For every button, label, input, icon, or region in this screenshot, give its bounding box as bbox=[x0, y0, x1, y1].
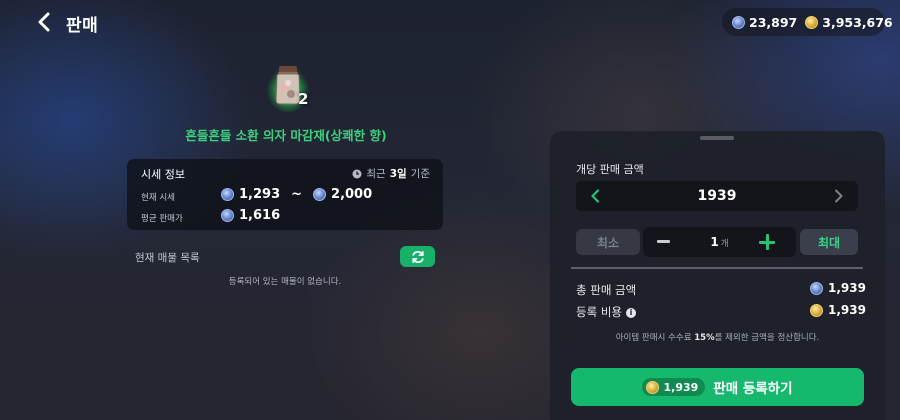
refresh-button[interactable] bbox=[400, 246, 435, 267]
current-max-price: 2,000 bbox=[331, 187, 373, 202]
fee-note-rate: 15% bbox=[694, 333, 715, 343]
divider bbox=[571, 267, 863, 269]
blue-gem-icon bbox=[221, 188, 234, 201]
current-price-label: 현재 시세 bbox=[141, 193, 175, 203]
register-sale-label: 판매 등록하기 bbox=[713, 381, 793, 397]
min-quantity-button[interactable]: 최소 bbox=[576, 229, 640, 255]
blue-gem-icon bbox=[810, 281, 823, 295]
gold-coin-icon bbox=[805, 15, 819, 29]
gold-coin-icon bbox=[646, 380, 660, 394]
register-sale-button[interactable]: 1,939 판매 등록하기 bbox=[571, 368, 864, 406]
average-price-label: 평균 판매가 bbox=[141, 214, 183, 224]
basis-prefix: 최근 bbox=[366, 168, 386, 180]
registration-fee: 1,939 bbox=[810, 303, 866, 317]
item-name: 흔들흔들 소환 의자 마감재(상쾌한 향) bbox=[185, 128, 387, 143]
registration-fee-label: 등록 비용 bbox=[576, 305, 622, 319]
info-icon[interactable]: i bbox=[625, 307, 636, 318]
basis-days: 3일 bbox=[389, 168, 407, 180]
blue-gem-icon bbox=[221, 209, 234, 222]
quantity-value[interactable]: 1 bbox=[710, 235, 718, 249]
page-title: 판매 bbox=[66, 16, 99, 36]
unit-price-selector: 1939 bbox=[576, 181, 858, 211]
clock-icon bbox=[352, 169, 362, 178]
range-separator: ~ bbox=[291, 187, 303, 202]
listings-label: 현재 매물 목록 bbox=[135, 252, 200, 264]
item-count: 2 bbox=[298, 90, 309, 108]
blue-gem-icon bbox=[313, 188, 327, 201]
empty-listings-message: 등록되어 있는 매물이 없습니다. bbox=[228, 277, 342, 287]
back-arrow-icon bbox=[38, 12, 50, 32]
basis-suffix: 기준 bbox=[410, 168, 430, 180]
current-price-range: 1,293 ~ 2,000 bbox=[221, 187, 372, 202]
registration-fee-value: 1,939 bbox=[828, 303, 866, 317]
blue-gem-icon bbox=[732, 15, 745, 29]
max-quantity-button[interactable]: 최대 bbox=[800, 229, 858, 255]
fee-note: 아이템 판매시 수수료 15%를 제외한 금액을 정산합니다. bbox=[550, 331, 885, 343]
market-info-title: 시세 정보 bbox=[141, 168, 185, 181]
price-increase-button[interactable] bbox=[824, 181, 854, 211]
plus-icon[interactable] bbox=[759, 234, 775, 250]
average-price: 1,616 bbox=[221, 208, 280, 223]
total-price-value: 1,939 bbox=[828, 281, 866, 295]
gold-currency-amount: 3,953,676 bbox=[822, 14, 893, 30]
market-info-panel: 시세 정보 최근 3일 기준 현재 시세 1,293 ~ 2,000 평균 판매… bbox=[127, 159, 443, 230]
currency-bar: 23,897 3,953,676 bbox=[722, 8, 893, 36]
quantity-stepper: 1개 bbox=[643, 227, 796, 257]
average-price-value: 1,616 bbox=[239, 208, 281, 223]
register-cost: 1,939 bbox=[663, 380, 699, 394]
back-button[interactable] bbox=[32, 9, 56, 35]
total-price-label: 총 판매 금액 bbox=[576, 283, 637, 297]
fee-note-suffix: 를 제외한 금액을 정산합니다. bbox=[714, 333, 820, 343]
quantity-unit: 개 bbox=[720, 239, 729, 249]
current-min-price: 1,293 bbox=[239, 187, 281, 202]
fee-note-prefix: 아이템 판매시 수수료 bbox=[615, 333, 692, 343]
drag-handle[interactable] bbox=[700, 136, 734, 140]
total-price: 1,939 bbox=[810, 281, 866, 295]
gold-coin-icon bbox=[810, 303, 823, 317]
unit-price-label: 개당 판매 금액 bbox=[576, 163, 644, 176]
blue-currency-amount: 23,897 bbox=[749, 14, 798, 30]
registration-fee-row: 등록 비용 i bbox=[576, 304, 636, 320]
register-cost-pill: 1,939 bbox=[642, 378, 706, 396]
refresh-icon bbox=[411, 250, 424, 263]
unit-price-value[interactable]: 1939 bbox=[576, 188, 858, 204]
sell-panel: 개당 판매 금액 1939 최소 1개 최대 총 판매 금액 1,939 등록 … bbox=[550, 131, 885, 420]
market-basis: 최근 3일 기준 bbox=[352, 166, 430, 181]
chevron-right-icon bbox=[835, 189, 843, 203]
